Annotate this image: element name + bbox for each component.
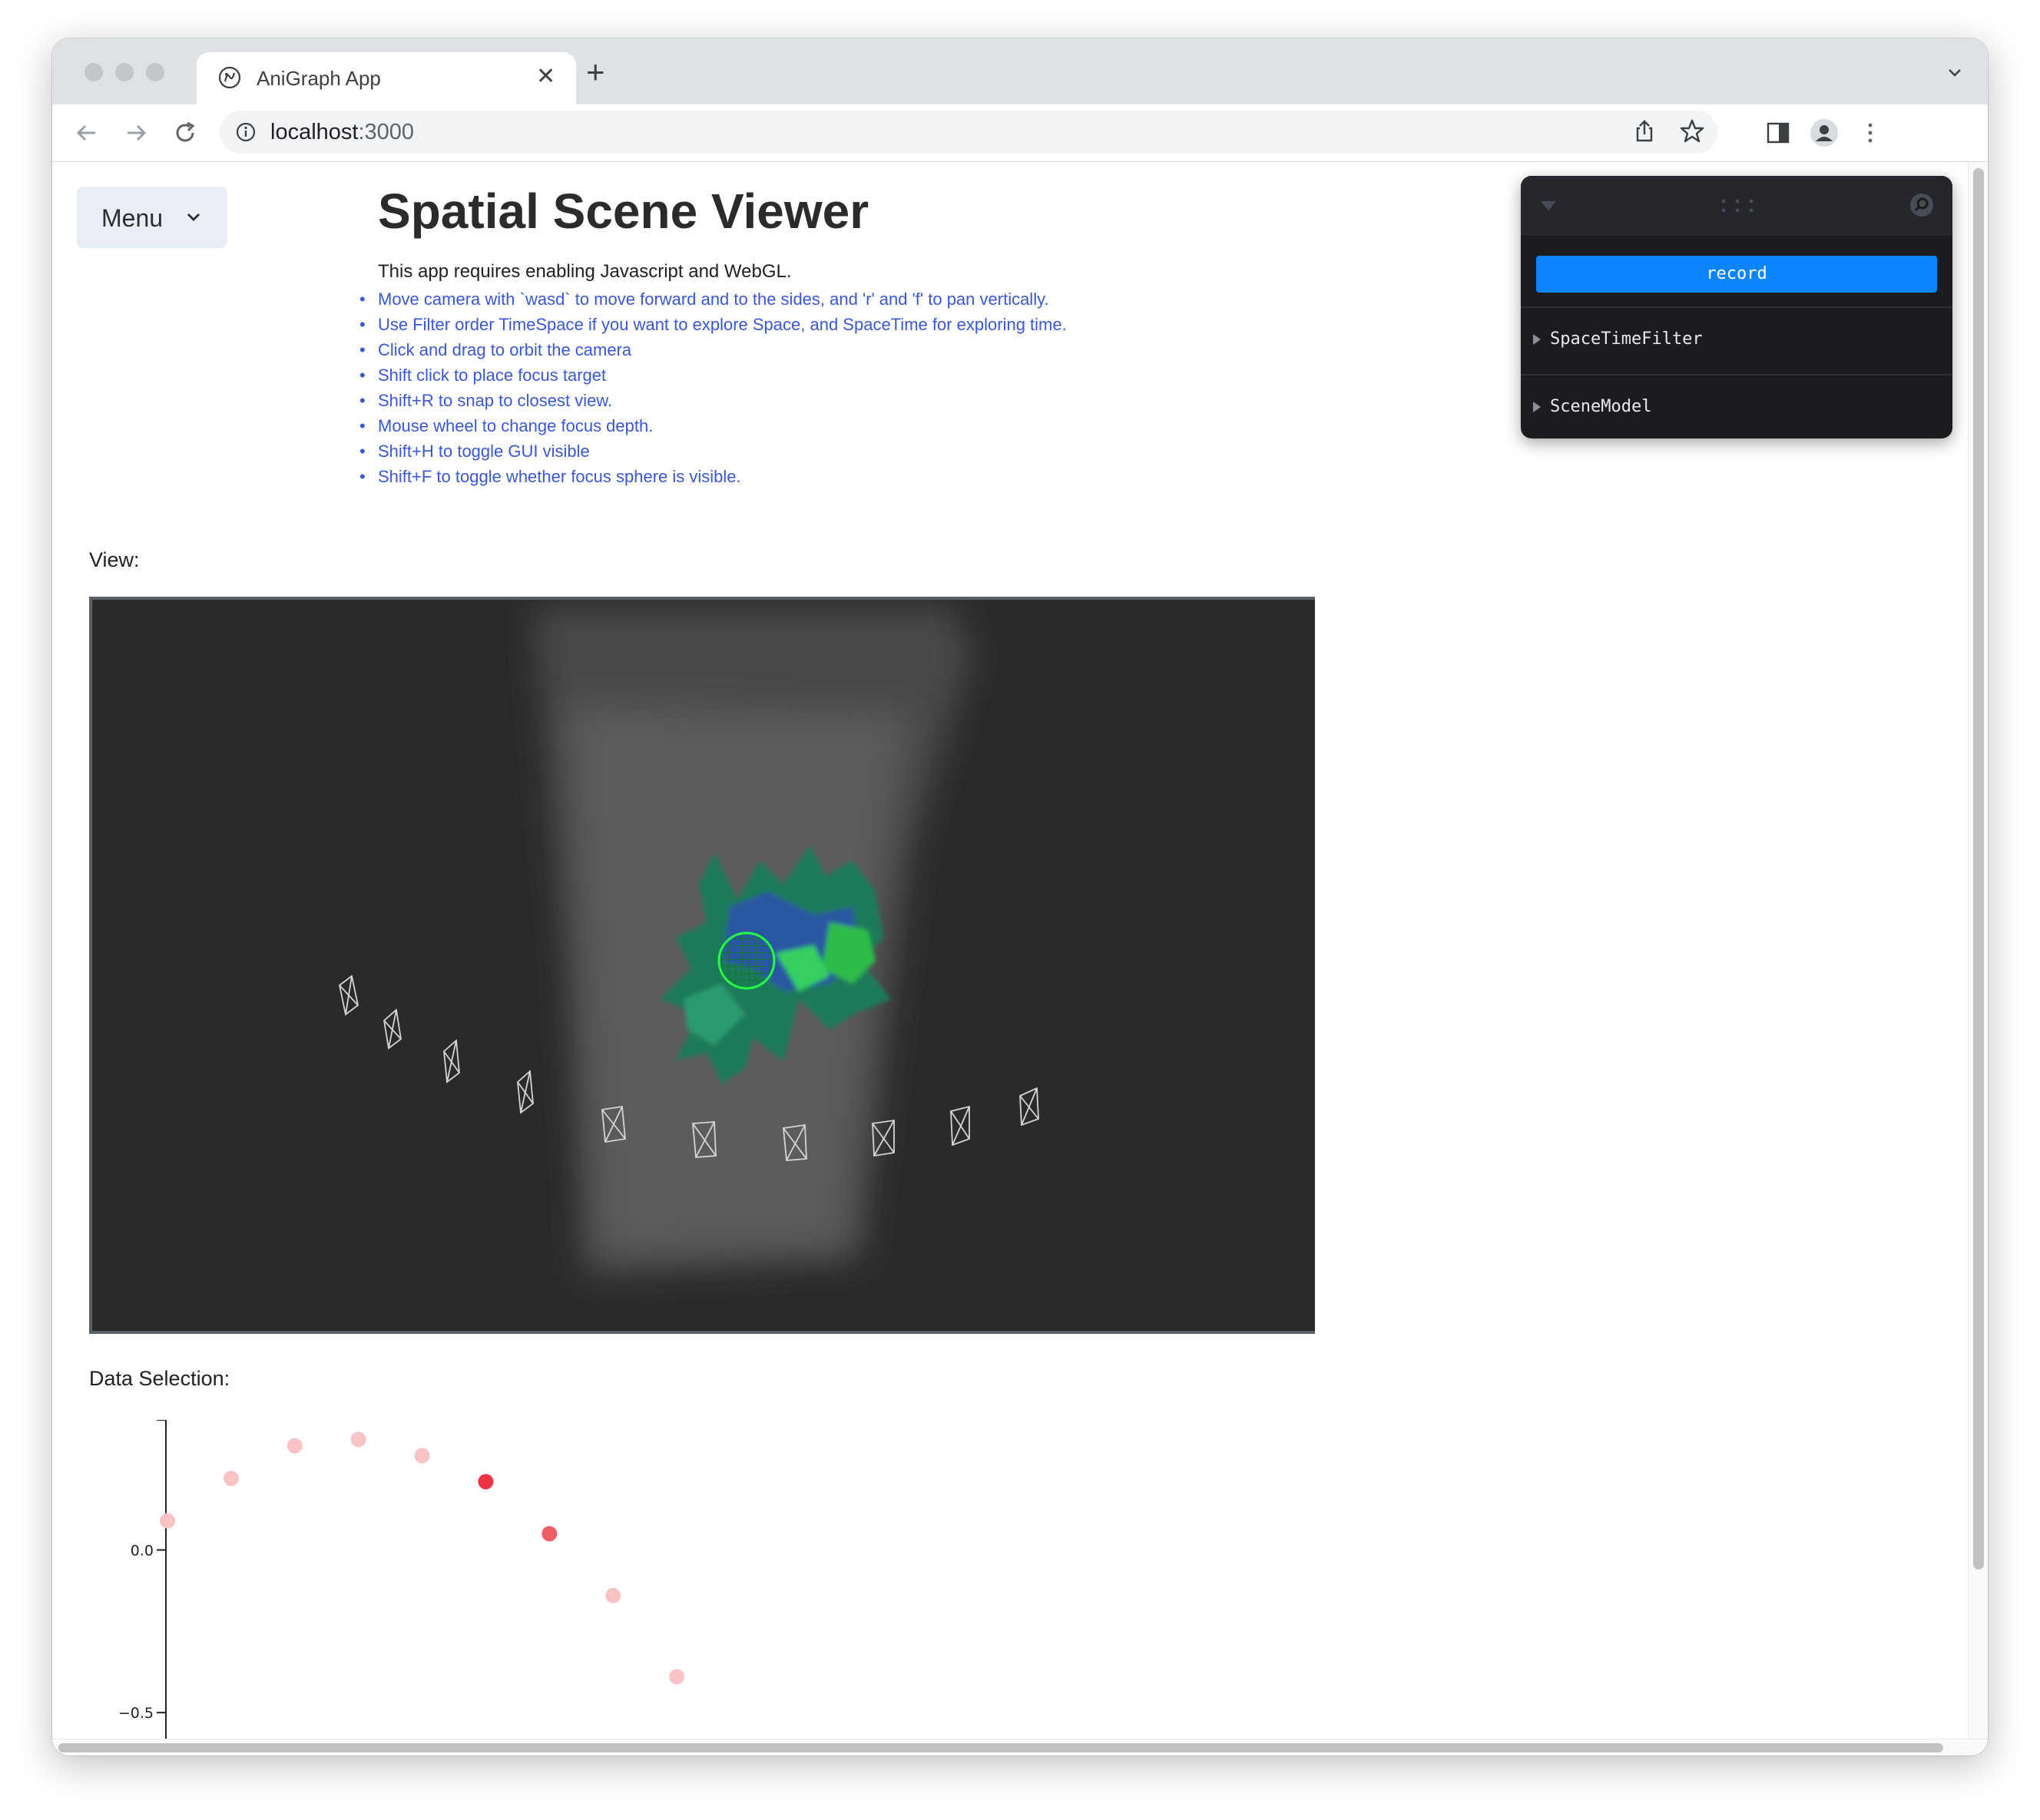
- instruction-item: Use Filter order TimeSpace if you want t…: [359, 312, 1067, 337]
- data-selection-label: Data Selection:: [89, 1367, 230, 1390]
- tab-strip: AniGraph App ✕ +: [52, 38, 1988, 104]
- side-panel-icon[interactable]: [1763, 118, 1793, 147]
- record-button[interactable]: record: [1536, 256, 1937, 293]
- instructions-list: Move camera with `wasd` to move forward …: [359, 286, 1067, 489]
- profile-avatar-icon[interactable]: [1810, 118, 1839, 147]
- instruction-item: Shift+R to snap to closest view.: [359, 388, 1067, 413]
- page-title: Spatial Scene Viewer: [378, 184, 869, 239]
- vertical-scroll-thumb[interactable]: [1973, 168, 1984, 1570]
- gui-header[interactable]: [1521, 176, 1952, 236]
- scatter-points[interactable]: [160, 1431, 685, 1685]
- data-point[interactable]: [669, 1669, 685, 1685]
- page-content: Menu Spatial Scene Viewer This app requi…: [52, 162, 1968, 1739]
- folder-label: SceneModel: [1550, 397, 1652, 416]
- instruction-item: Move camera with `wasd` to move forward …: [359, 286, 1067, 312]
- instruction-item: Click and drag to orbit the camera: [359, 337, 1067, 362]
- folder-spacetimefilter[interactable]: SpaceTimeFilter: [1521, 306, 1952, 374]
- gui-panel[interactable]: record SpaceTimeFilter SceneModel: [1521, 176, 1952, 438]
- camera-frustum[interactable]: [1019, 1087, 1039, 1127]
- search-icon[interactable]: [1909, 193, 1934, 217]
- browser-toolbar: localhost:3000: [52, 104, 1988, 162]
- y-tick-label: 0.0: [131, 1542, 154, 1559]
- tab-title: AniGraph App: [257, 67, 381, 90]
- expand-arrow-icon: [1533, 334, 1541, 345]
- url-host: localhost: [270, 120, 359, 144]
- data-point[interactable]: [286, 1438, 303, 1454]
- anigraph-favicon-icon: [218, 66, 241, 89]
- camera-frustum[interactable]: [383, 1008, 402, 1050]
- url-port: :3000: [358, 120, 415, 144]
- menu-button[interactable]: Menu: [77, 187, 227, 248]
- tab-search-chevron-icon[interactable]: [1946, 63, 1964, 81]
- scene-render[interactable]: [92, 600, 1315, 1334]
- browser-menu-icon[interactable]: [1856, 118, 1885, 147]
- data-point[interactable]: [414, 1448, 430, 1464]
- data-point[interactable]: [605, 1587, 621, 1603]
- address-bar[interactable]: localhost:3000: [220, 111, 1717, 154]
- view-label: View:: [89, 548, 140, 571]
- data-point[interactable]: [350, 1431, 366, 1448]
- camera-frustum[interactable]: [339, 975, 359, 1016]
- collapse-triangle-icon[interactable]: [1539, 199, 1558, 213]
- intro-text: This app requires enabling Javascript an…: [378, 261, 792, 282]
- instruction-item: Mouse wheel to change focus depth.: [359, 413, 1067, 438]
- camera-frustum[interactable]: [517, 1070, 534, 1114]
- instruction-item: Shift+H to toggle GUI visible: [359, 438, 1067, 464]
- share-icon[interactable]: [1630, 117, 1659, 146]
- folder-label: SpaceTimeFilter: [1550, 329, 1703, 349]
- camera-frustum[interactable]: [950, 1105, 970, 1147]
- reload-icon[interactable]: [171, 118, 200, 147]
- chevron-down-icon: [187, 213, 200, 221]
- camera-frustum[interactable]: [443, 1039, 460, 1084]
- vertical-scrollbar[interactable]: [1968, 162, 1988, 1739]
- new-tab-button[interactable]: +: [586, 55, 605, 89]
- data-selection-chart[interactable]: 0.0 −0.5: [89, 1420, 780, 1739]
- data-point-selected[interactable]: [478, 1474, 494, 1490]
- close-tab-icon[interactable]: ✕: [536, 63, 555, 91]
- drag-handle-icon[interactable]: [1719, 197, 1756, 214]
- folder-scenemodel[interactable]: SceneModel: [1521, 374, 1952, 438]
- zoom-window-button[interactable]: [146, 63, 164, 81]
- horizontal-scrollbar[interactable]: [52, 1739, 1988, 1755]
- site-info-icon[interactable]: [235, 121, 257, 143]
- instruction-item: Shift+F to toggle whether focus sphere i…: [359, 464, 1067, 489]
- data-point-selected[interactable]: [541, 1526, 558, 1542]
- y-ticks: 0.0 −0.5: [118, 1542, 166, 1722]
- forward-arrow-icon[interactable]: [121, 118, 151, 147]
- browser-window: AniGraph App ✕ + localhost:3000 Menu Spa…: [52, 38, 1988, 1755]
- instruction-item: Shift click to place focus target: [359, 362, 1067, 388]
- close-window-button[interactable]: [84, 63, 103, 81]
- data-point[interactable]: [223, 1471, 239, 1487]
- menu-button-label: Menu: [101, 204, 164, 232]
- browser-tab[interactable]: AniGraph App ✕: [197, 52, 576, 104]
- data-point[interactable]: [160, 1513, 175, 1529]
- y-tick-label: −0.5: [118, 1705, 154, 1722]
- expand-arrow-icon: [1533, 402, 1541, 412]
- webgl-viewport[interactable]: [89, 597, 1315, 1334]
- minimize-window-button[interactable]: [115, 63, 134, 81]
- url-text[interactable]: localhost:3000: [270, 120, 414, 144]
- horizontal-scroll-thumb[interactable]: [58, 1743, 1943, 1752]
- bookmark-star-icon[interactable]: [1677, 117, 1707, 146]
- back-arrow-icon[interactable]: [72, 118, 101, 147]
